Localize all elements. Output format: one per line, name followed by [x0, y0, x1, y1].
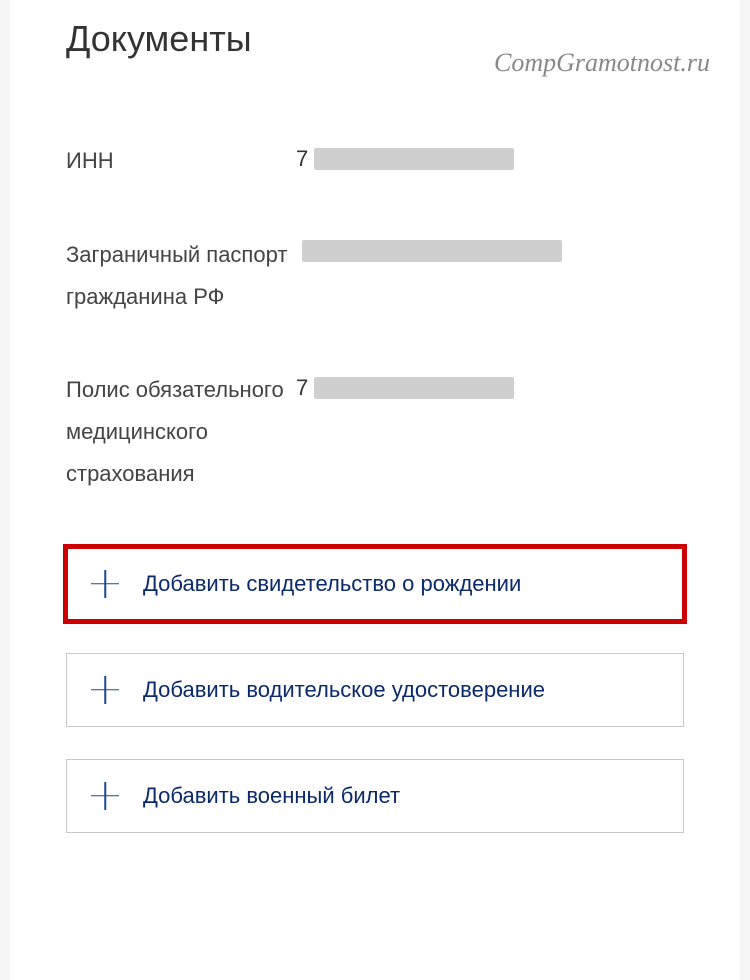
redacted-placeholder [314, 377, 514, 399]
add-button-label: Добавить свидетельство о рождении [143, 571, 521, 597]
document-value: 7 [296, 369, 684, 401]
redacted-placeholder [314, 148, 514, 170]
document-label-foreign-passport: Заграничный паспорт гражданина РФ [66, 234, 296, 318]
document-value [296, 234, 684, 262]
add-birth-certificate-button[interactable]: Добавить свидетельство о рождении [66, 547, 684, 621]
document-value: 7 [296, 140, 684, 172]
value-prefix: 7 [296, 375, 308, 401]
value-prefix: 7 [296, 146, 308, 172]
document-row: Полис обязательного медицинского страхов… [66, 369, 684, 494]
add-button-label: Добавить военный билет [143, 783, 400, 809]
documents-panel: Документы CompGramotnost.ru ИНН 7 Загран… [10, 0, 740, 980]
plus-icon [91, 570, 119, 598]
document-row: ИНН 7 [66, 140, 684, 182]
add-buttons-section: Добавить свидетельство о рождении Добави… [10, 547, 740, 833]
watermark-text: CompGramotnost.ru [494, 48, 710, 78]
document-label-inn: ИНН [66, 140, 296, 182]
redacted-placeholder [302, 240, 562, 262]
add-driver-license-button[interactable]: Добавить водительское удостоверение [66, 653, 684, 727]
add-button-label: Добавить водительское удостоверение [143, 677, 545, 703]
documents-list: ИНН 7 Заграничный паспорт гражданина РФ … [10, 60, 740, 495]
add-military-id-button[interactable]: Добавить военный билет [66, 759, 684, 833]
plus-icon [91, 676, 119, 704]
plus-icon [91, 782, 119, 810]
document-label-medical-insurance: Полис обязательного медицинского страхов… [66, 369, 296, 494]
document-row: Заграничный паспорт гражданина РФ [66, 234, 684, 318]
